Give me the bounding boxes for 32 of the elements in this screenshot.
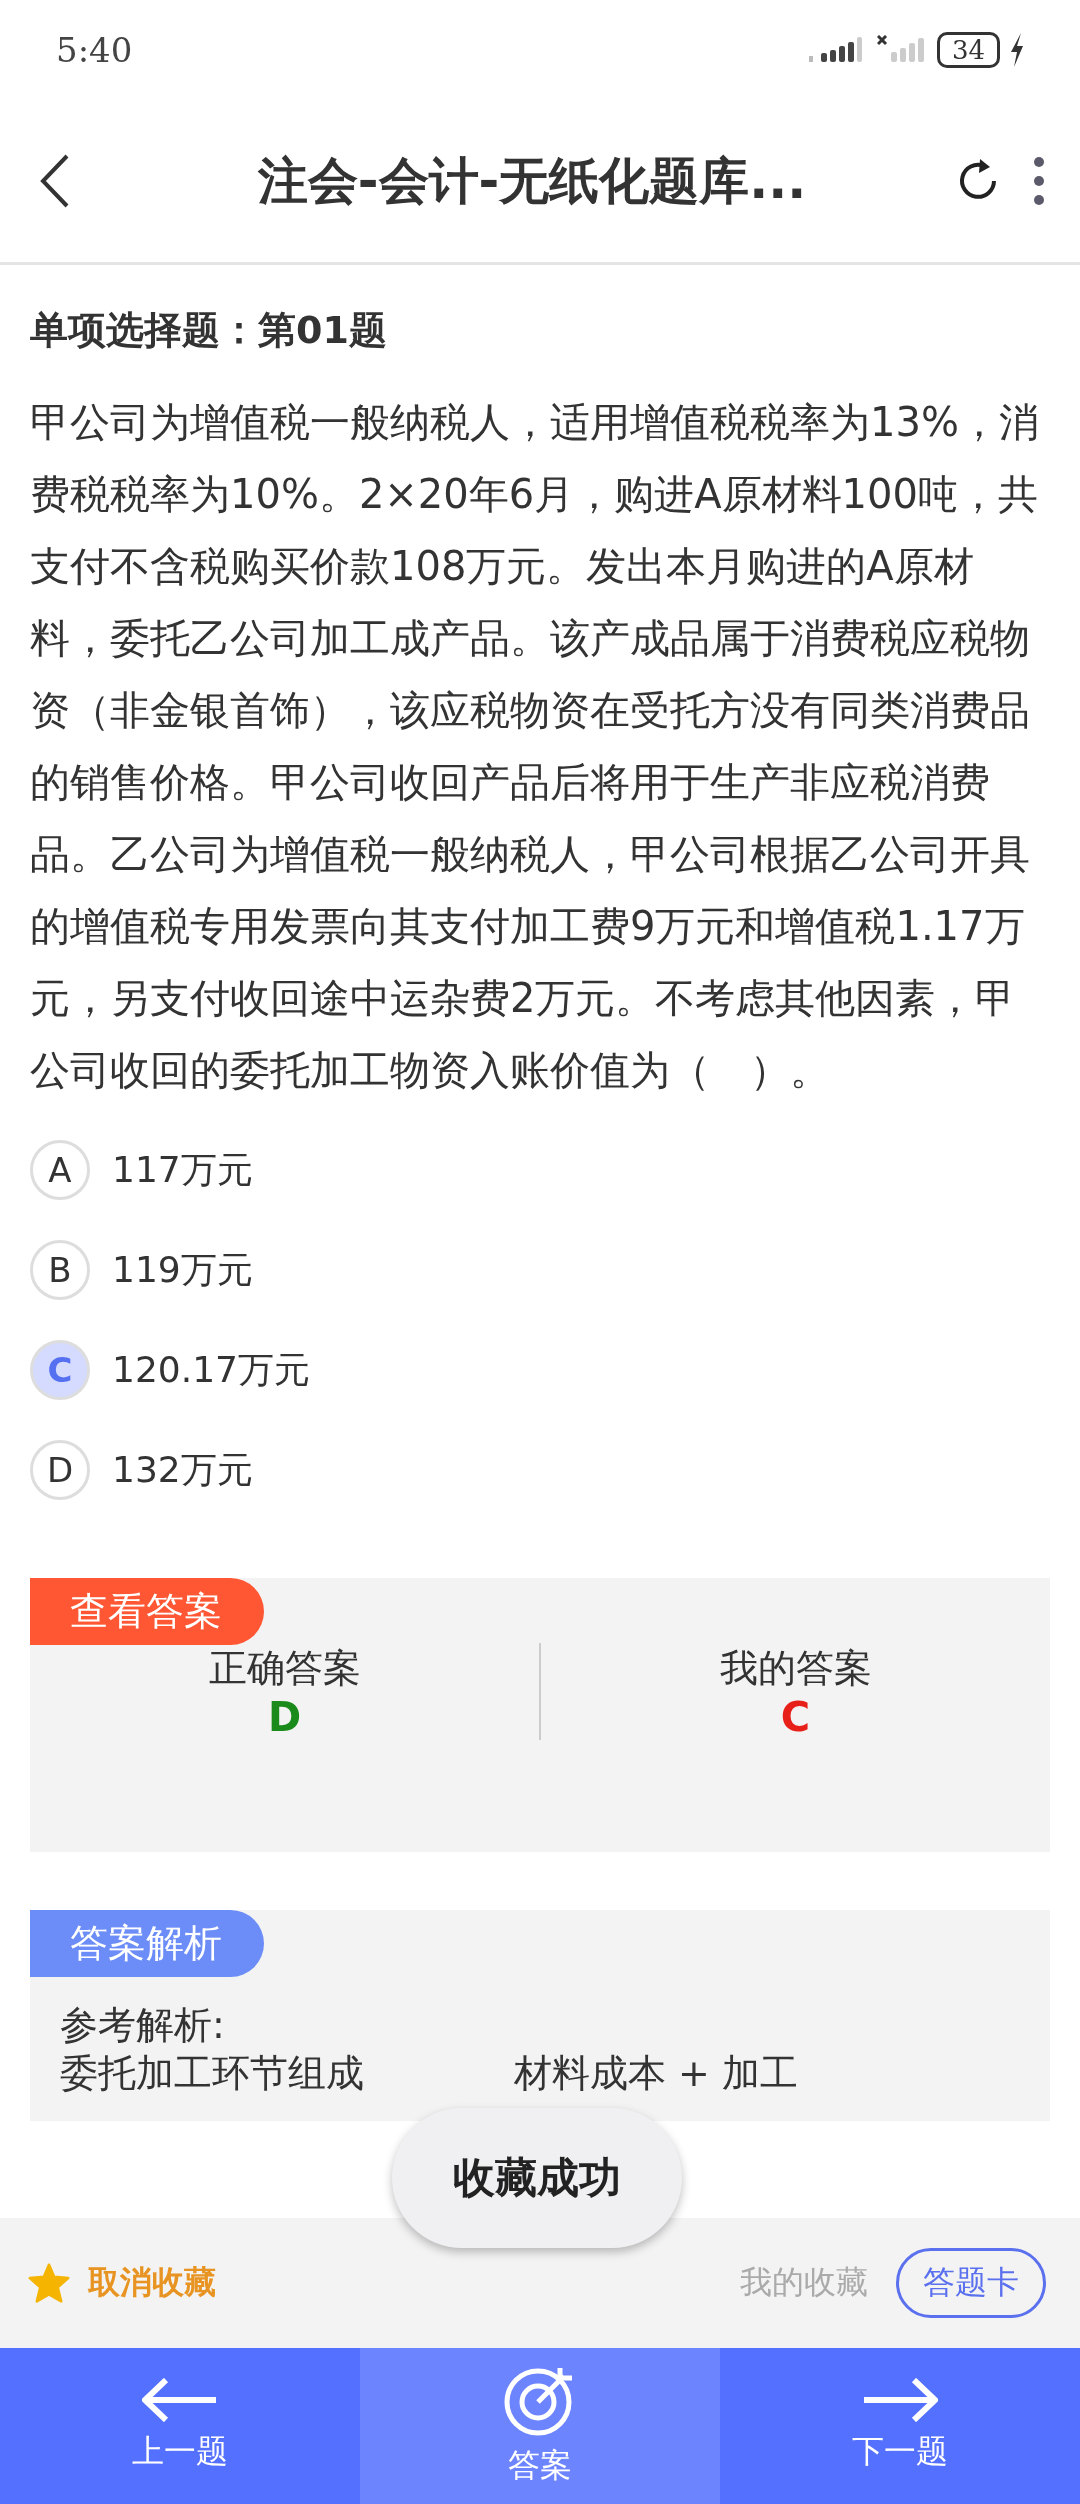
- option-letter[interactable]: A: [30, 1140, 90, 1200]
- analysis-text: 材料成本 + 加工: [514, 2050, 798, 2097]
- option-text[interactable]: 120.17万元: [112, 1345, 310, 1395]
- battery-level: 34: [936, 32, 1000, 68]
- analysis-text: 委托加工环节组成: [60, 2050, 364, 2097]
- option-letter[interactable]: D: [30, 1440, 90, 1500]
- page-title: 注会-会计-无纸化题库...: [256, 150, 808, 212]
- option-letter[interactable]: B: [30, 1240, 90, 1300]
- question-text: 甲公司为增值税一般纳税人，适用增值税税率为13%，消费税税率为10%。2×20年6月，购进A原材料100吨，共支付不含税购买价款108万元。发出本月购进的A原材料，委托乙公司加工成产品。该产成品属于消费税应税物资（非金银首饰），该应税物资在受托方没有同类消费品的销售价格。甲公司收回产品后将用于生产非应税消费品。乙公司为增值税一般纳税人，甲公司根据乙公司开具的增值税专用发票向其支付加工费9万元和增值税1.17万元，另支付收回途中运杂费2万元。不考虑其他因素，甲公司收回的委托加工物资入账价值为（ ）。: [30, 398, 1040, 1095]
- back-icon[interactable]: [40, 154, 70, 208]
- option-text[interactable]: 119万元: [112, 1245, 253, 1295]
- nav-button[interactable]: 下一题: [720, 2348, 1080, 2504]
- answer-sheet-button[interactable]: 答题卡: [896, 2248, 1046, 2318]
- answer-value: D: [267, 1694, 302, 1740]
- option-text[interactable]: 117万元: [112, 1145, 253, 1195]
- toast-message: 收藏成功: [392, 2108, 682, 2248]
- card-tag: 答案解析: [30, 1910, 264, 1977]
- question-type: 单项选择题：第01题: [30, 307, 388, 354]
- status-time: 5:40: [56, 30, 133, 70]
- no-signal-icon: [876, 35, 927, 65]
- more-icon[interactable]: [1032, 156, 1046, 206]
- charging-icon: [1010, 33, 1024, 67]
- answer-value: C: [780, 1694, 811, 1740]
- right-arrow-icon: [862, 2378, 938, 2422]
- star-icon[interactable]: [28, 2263, 70, 2303]
- answer-label: 正确答案: [208, 1645, 361, 1692]
- card-tag: 查看答案: [30, 1578, 264, 1645]
- nav-button[interactable]: 上一题: [0, 2348, 360, 2504]
- option-text[interactable]: 132万元: [112, 1445, 253, 1495]
- answer-label: 我的答案: [719, 1645, 872, 1692]
- analysis-heading: 参考解析:: [60, 2002, 226, 2049]
- left-arrow-icon: [142, 2378, 218, 2422]
